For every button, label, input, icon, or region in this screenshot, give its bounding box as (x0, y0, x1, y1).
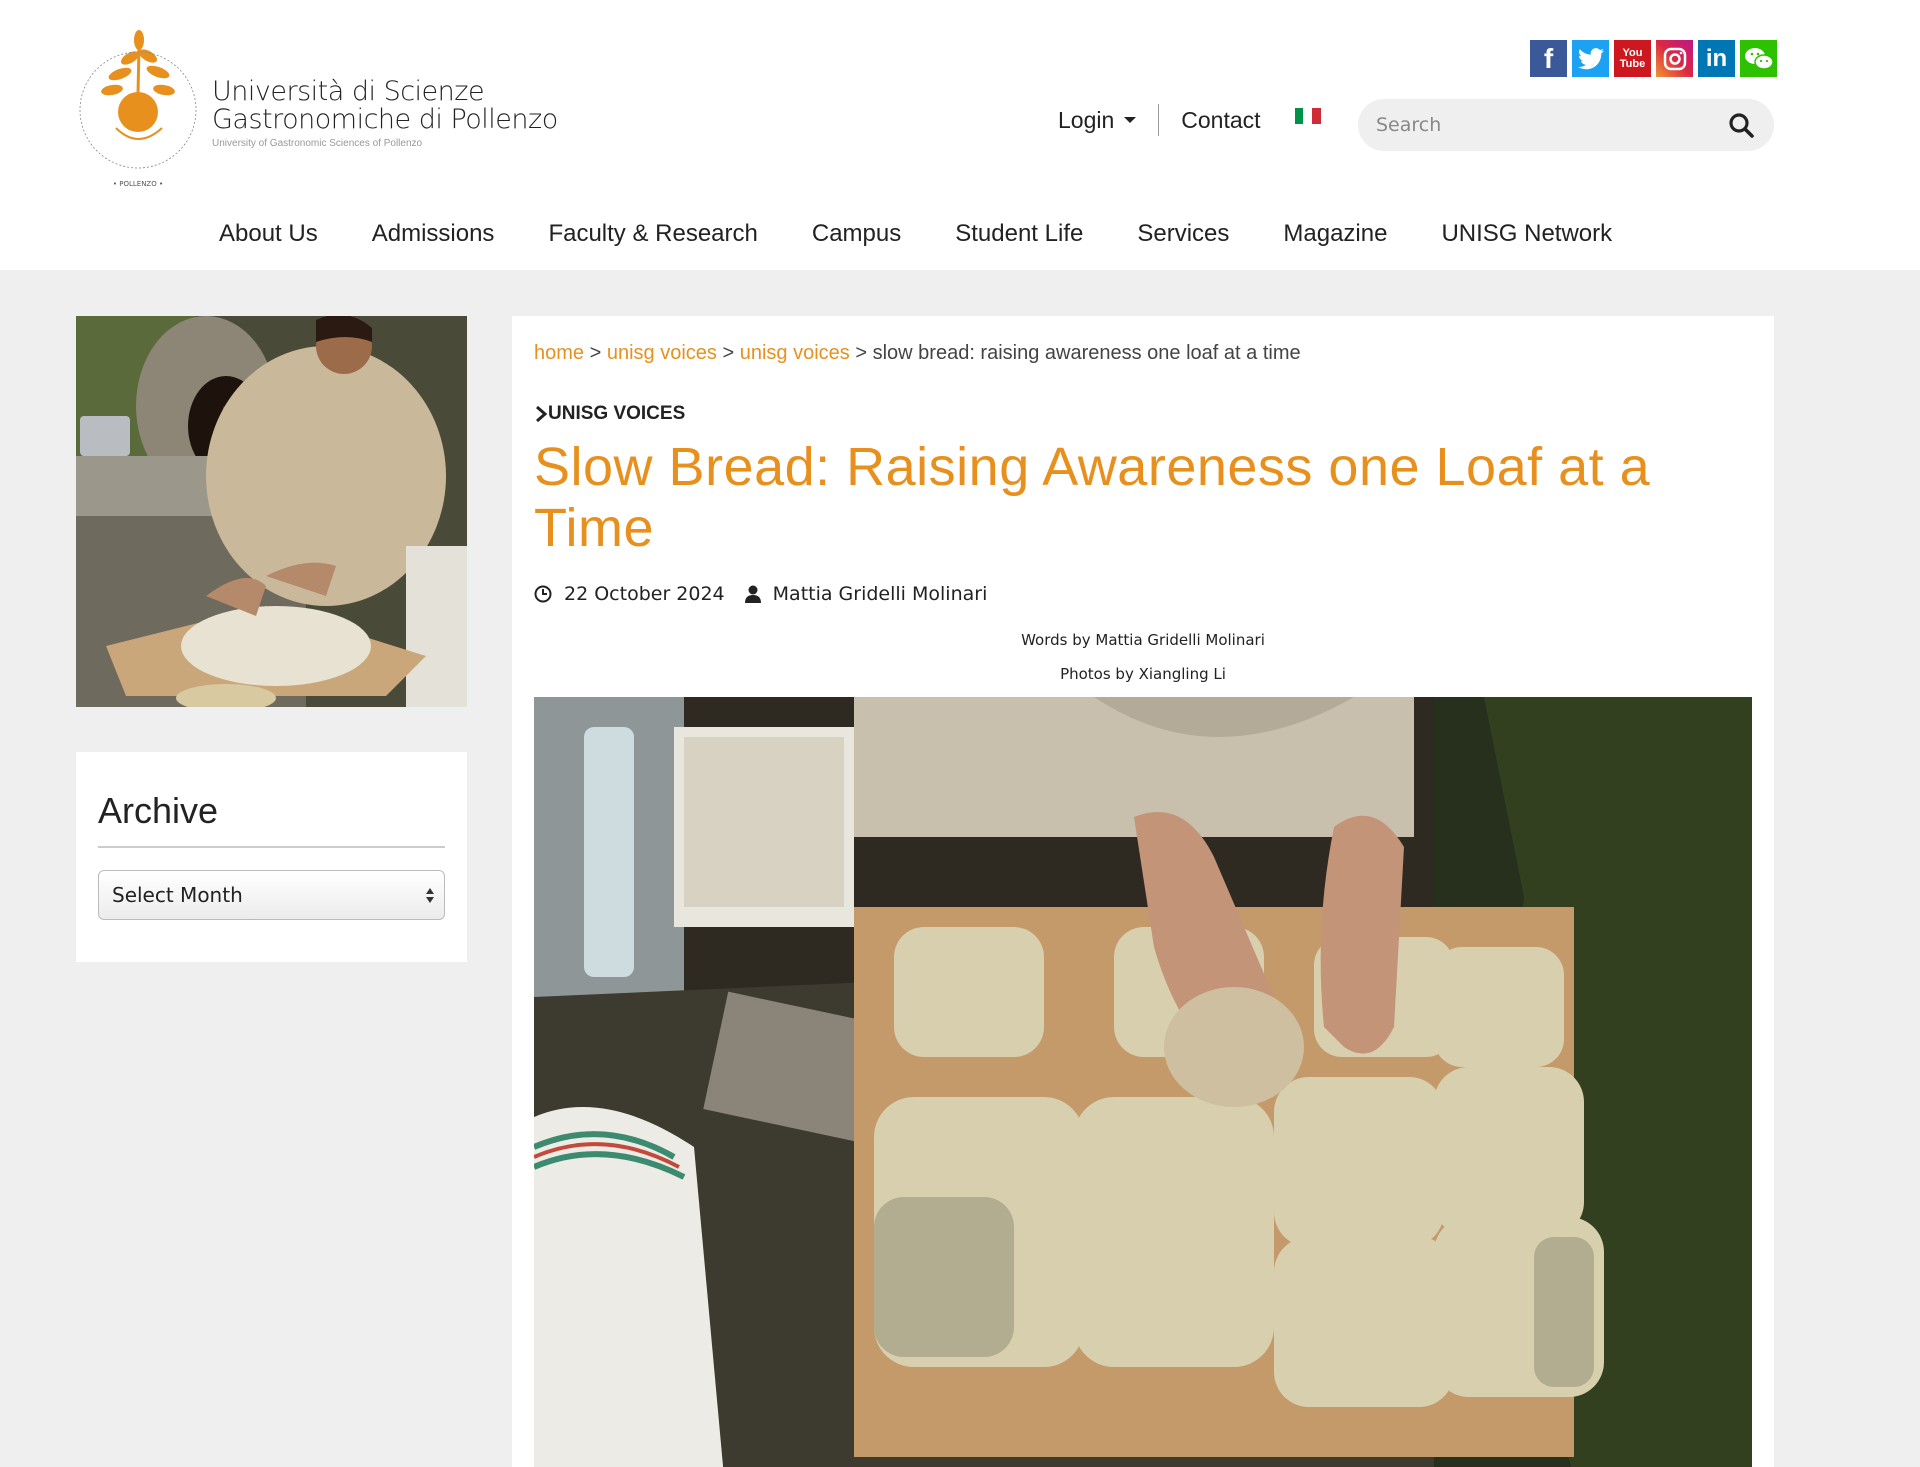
social-links: f You Tube in (1530, 40, 1777, 77)
search-bar (1358, 99, 1774, 151)
article-category[interactable]: UNISG VOICES (534, 403, 1752, 425)
site-header: • POLLENZO • Università di Scienze Gastr… (0, 0, 1920, 270)
twitter-icon[interactable] (1572, 40, 1609, 77)
article-title: Slow Bread: Raising Awareness one Loaf a… (534, 437, 1651, 558)
sidebar-feature-photo[interactable] (76, 316, 467, 707)
photos-by: Photos by Xiangling Li (1060, 665, 1226, 683)
nav-about-us[interactable]: About Us (219, 220, 318, 248)
article-date: 22 October 2024 (534, 583, 725, 605)
login-dropdown[interactable]: Login (1058, 106, 1137, 134)
search-input[interactable] (1376, 114, 1696, 136)
breadcrumb-separator: > (589, 342, 602, 364)
italian-flag-icon[interactable] (1294, 108, 1321, 124)
nav-divider (1158, 104, 1160, 136)
author-name: Mattia Gridelli Molinari (772, 583, 988, 605)
breadcrumb-home[interactable]: home (534, 342, 584, 364)
breadcrumb-current: slow bread: raising awareness one loaf a… (872, 342, 1301, 364)
nav-services[interactable]: Services (1137, 220, 1229, 248)
breadcrumb: home > unisg voices > unisg voices > slo… (534, 342, 1752, 365)
youtube-icon[interactable]: You Tube (1614, 40, 1651, 77)
article-credits: Words by Mattia Gridelli Molinari Photos… (534, 623, 1752, 691)
nav-unisg-network[interactable]: UNISG Network (1441, 220, 1612, 248)
main-navigation: About Us Admissions Faculty & Research C… (219, 220, 1666, 248)
search-icon[interactable] (1728, 112, 1754, 138)
logo-wordmark[interactable]: Università di Scienze Gastronomiche di P… (212, 76, 558, 150)
breadcrumb-separator: > (722, 342, 735, 364)
breadcrumb-unisg-voices-sub[interactable]: unisg voices (740, 342, 850, 364)
date-text: 22 October 2024 (564, 583, 725, 605)
archive-widget: Archive Select Month (76, 752, 467, 962)
category-label: UNISG VOICES (548, 403, 686, 424)
user-icon (744, 585, 761, 603)
contact-link[interactable]: Contact (1181, 107, 1260, 134)
logo-title-line1: Università di Scienze (212, 76, 485, 107)
archive-heading: Archive (98, 790, 445, 848)
utility-nav: Login Contact (1058, 104, 1321, 136)
archive-select-value: Select Month (112, 883, 243, 907)
chevron-down-icon (1124, 117, 1137, 123)
nav-faculty-research[interactable]: Faculty & Research (548, 220, 757, 248)
svg-text:• POLLENZO •: • POLLENZO • (113, 180, 163, 188)
select-arrows-icon (426, 887, 434, 903)
words-by: Words by Mattia Gridelli Molinari (1021, 631, 1265, 649)
university-seal-logo[interactable]: • POLLENZO • (72, 10, 212, 190)
chevron-right-icon (536, 405, 548, 423)
nav-admissions[interactable]: Admissions (372, 220, 495, 248)
login-label: Login (1058, 106, 1115, 133)
nav-magazine[interactable]: Magazine (1283, 220, 1387, 248)
nav-campus[interactable]: Campus (812, 220, 901, 248)
clock-icon (534, 585, 552, 603)
breadcrumb-unisg-voices[interactable]: unisg voices (607, 342, 717, 364)
nav-student-life[interactable]: Student Life (955, 220, 1083, 248)
instagram-icon[interactable] (1656, 40, 1693, 77)
breadcrumb-separator: > (855, 342, 868, 364)
article-container: home > unisg voices > unisg voices > slo… (512, 316, 1774, 1467)
logo-title-line2: Gastronomiche di Pollenzo (212, 104, 558, 135)
linkedin-icon[interactable]: in (1698, 40, 1735, 77)
article-hero-image (534, 697, 1752, 1467)
wechat-icon[interactable] (1740, 40, 1777, 77)
logo-subtitle: University of Gastronomic Sciences of Po… (212, 138, 423, 149)
archive-month-select[interactable]: Select Month (98, 870, 445, 920)
facebook-icon[interactable]: f (1530, 40, 1567, 77)
article-author[interactable]: Mattia Gridelli Molinari (744, 583, 988, 605)
article-meta: 22 October 2024 Mattia Gridelli Molinari (534, 583, 1752, 605)
